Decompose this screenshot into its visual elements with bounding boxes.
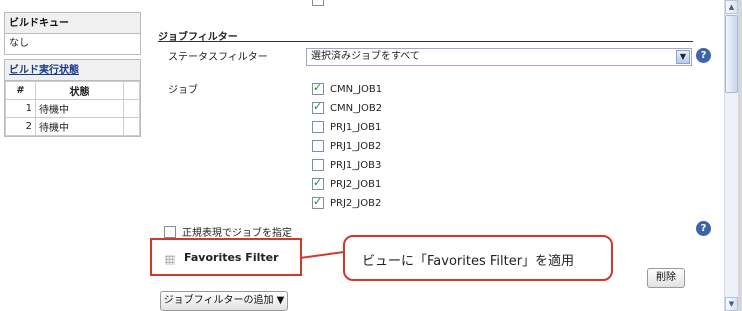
regex-option[interactable]: 正規表現でジョブを指定 — [164, 224, 292, 239]
status-filter-select[interactable]: 選択済みジョブをすべて ▼ — [306, 48, 692, 66]
job-checkbox[interactable] — [312, 176, 324, 190]
drag-handle-icon[interactable] — [165, 255, 175, 265]
callout-pointer — [300, 251, 345, 259]
chevron-down-icon[interactable]: ▼ — [676, 50, 690, 64]
job-checkbox[interactable] — [312, 195, 324, 209]
jobs-label: ジョブ — [168, 85, 198, 96]
favorites-filter-name: Favorites Filter — [184, 251, 279, 264]
status-filter-value: 選択済みジョブをすべて — [311, 51, 420, 62]
build-queue-empty: なし — [9, 38, 29, 49]
scrollbar-thumb[interactable] — [725, 15, 738, 93]
job-name: PRJ1_JOB2 — [330, 140, 382, 152]
favorites-filter-highlight[interactable]: Favorites Filter — [150, 238, 302, 276]
delete-button[interactable]: 削除 — [647, 268, 685, 288]
regex-checkbox[interactable] — [164, 225, 176, 238]
annotation-callout: ビューに「Favorites Filter」を適用 — [343, 235, 613, 281]
column-header-status: 状態 — [35, 81, 124, 100]
executor-status-title[interactable]: ビルド実行状態 — [5, 60, 140, 81]
job-checkbox-row[interactable]: PRJ2_JOB1 — [312, 176, 382, 192]
executor-status-panel: ビルド実行状態 # 状態 1 待機中 2 待機中 — [4, 59, 141, 137]
scroll-up-icon[interactable]: ▲ — [725, 0, 738, 14]
job-name: CMN_JOB1 — [330, 83, 383, 95]
executor-number: 1 — [5, 99, 36, 118]
callout-text: ビューに「Favorites Filter」を適用 — [362, 254, 575, 269]
job-name: PRJ1_JOB3 — [330, 159, 382, 171]
job-checkbox-row[interactable]: CMN_JOB2 — [312, 100, 383, 116]
job-checkbox-row[interactable]: PRJ1_JOB3 — [312, 159, 381, 173]
help-icon[interactable]: ? — [696, 48, 711, 63]
job-name: CMN_JOB2 — [330, 102, 383, 114]
column-header-number: # — [5, 81, 36, 100]
job-checkbox[interactable] — [312, 140, 324, 152]
job-name: PRJ2_JOB2 — [330, 197, 382, 209]
job-checkbox-row[interactable]: CMN_JOB1 — [312, 81, 383, 97]
executor-spacer — [123, 117, 140, 136]
section-divider — [158, 41, 693, 42]
job-checkbox-row[interactable]: PRJ1_JOB2 — [312, 140, 381, 154]
executor-state: 待機中 — [35, 99, 124, 118]
executor-state: 待機中 — [35, 117, 124, 136]
scroll-down-icon[interactable]: ▼ — [725, 297, 738, 311]
column-header-spacer — [123, 81, 140, 100]
executor-spacer — [123, 99, 140, 118]
add-job-filter-button[interactable]: ジョブフィルターの追加 ▼ — [160, 291, 288, 311]
job-checkbox[interactable] — [312, 100, 324, 114]
job-checkbox-row[interactable]: PRJ1_JOB1 — [312, 121, 381, 135]
table-row: 1 待機中 — [5, 99, 140, 118]
table-row: 2 待機中 — [5, 117, 140, 136]
build-queue-panel: ビルドキュー なし — [4, 12, 141, 55]
job-name: PRJ1_JOB1 — [330, 121, 382, 133]
build-queue-title: ビルドキュー — [5, 13, 140, 34]
sidebar: ビルドキュー なし ビルド実行状態 # 状態 1 待機中 2 待機中 — [4, 12, 141, 137]
help-icon[interactable]: ? — [696, 221, 711, 236]
job-checkbox-row[interactable]: PRJ2_JOB2 — [312, 195, 382, 211]
job-checkbox[interactable] — [312, 121, 324, 133]
executor-number: 2 — [5, 117, 36, 136]
jenkins-view-config: ビルドキュー なし ビルド実行状態 # 状態 1 待機中 2 待機中 ジョブフィ… — [0, 0, 742, 311]
executor-status-table: # 状態 1 待機中 2 待機中 — [5, 81, 140, 136]
job-name: PRJ2_JOB1 — [330, 178, 382, 190]
partial-checkbox[interactable] — [312, 0, 324, 6]
job-checkbox[interactable] — [312, 159, 324, 171]
job-filter-config: ジョブフィルター ステータスフィルター 選択済みジョブをすべて ▼ ? ジョブ … — [150, 0, 722, 311]
vertical-scrollbar[interactable]: ▲ ▼ — [724, 0, 738, 311]
job-checkbox[interactable] — [312, 81, 324, 95]
window-edge — [738, 0, 742, 311]
status-filter-label: ステータスフィルター — [168, 52, 268, 63]
